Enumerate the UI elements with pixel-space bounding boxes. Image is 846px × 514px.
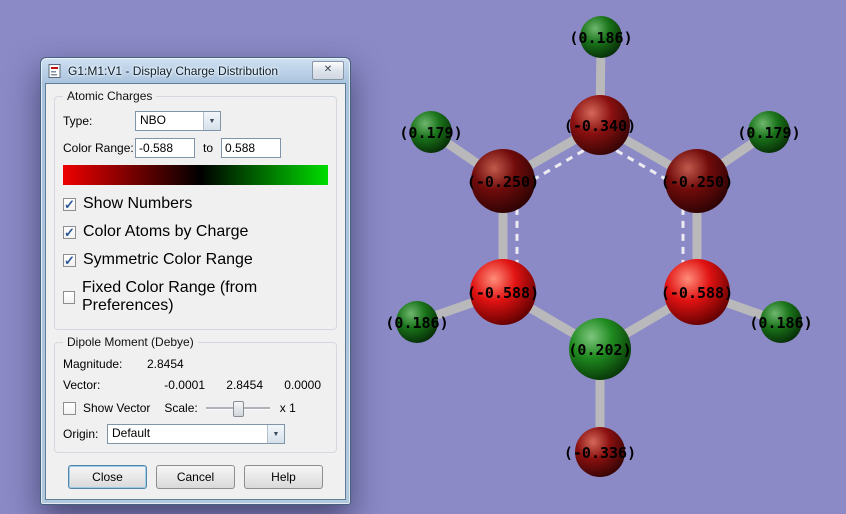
magnitude-row: Magnitude: 2.8454 xyxy=(63,357,328,371)
origin-row: Origin: Default ▼ xyxy=(63,424,328,444)
charge-distribution-dialog: G1:M1:V1 - Display Charge Distribution ✕… xyxy=(40,57,351,505)
show-vector-checkbox[interactable] xyxy=(63,401,76,415)
close-button[interactable]: Close xyxy=(68,465,147,489)
dialog-body: Atomic Charges Type: NBO ▼ Color Range: … xyxy=(45,83,346,500)
fixed-color-range-label[interactable]: Fixed Color Range (from Preferences) xyxy=(82,279,328,315)
cancel-button[interactable]: Cancel xyxy=(156,465,235,489)
type-select[interactable]: NBO ▼ xyxy=(135,111,221,131)
color-min-input[interactable]: -0.588 xyxy=(135,138,195,158)
show-vector-row: Show Vector Scale: x 1 xyxy=(63,399,328,417)
dialog-title: G1:M1:V1 - Display Charge Distribution xyxy=(68,63,279,78)
show-numbers-row: ✓ Show Numbers xyxy=(63,195,328,213)
vector-row: Vector: -0.0001 2.8454 0.0000 xyxy=(63,378,328,392)
charge-label-C6: (0.202) xyxy=(568,341,631,359)
symmetric-color-range-checkbox[interactable]: ✓ xyxy=(63,253,76,267)
symmetric-color-range-label[interactable]: Symmetric Color Range xyxy=(83,251,253,269)
chevron-down-icon[interactable]: ▼ xyxy=(203,112,220,130)
color-range-label: Color Range: xyxy=(63,141,134,155)
atomic-charges-group-label: Atomic Charges xyxy=(63,89,157,103)
slider-thumb[interactable] xyxy=(232,401,244,417)
close-icon[interactable]: ✕ xyxy=(312,61,344,80)
magnitude-label: Magnitude: xyxy=(63,357,123,371)
scale-label: Scale: xyxy=(164,401,198,415)
charge-label-H4: (0.186) xyxy=(385,314,448,332)
scale-slider[interactable] xyxy=(205,399,270,417)
color-atoms-by-charge-label[interactable]: Color Atoms by Charge xyxy=(83,223,248,241)
charge-label-C2: (-0.250) xyxy=(467,173,539,191)
color-atoms-row: ✓ Color Atoms by Charge xyxy=(63,223,328,241)
type-label: Type: xyxy=(63,114,93,128)
dipole-moment-group-label: Dipole Moment (Debye) xyxy=(63,335,198,349)
origin-select[interactable]: Default ▼ xyxy=(107,424,285,444)
app-icon xyxy=(47,63,63,79)
charge-label-X1: (-0.336) xyxy=(564,444,636,462)
color-range-row: Color Range: -0.588 to 0.588 xyxy=(63,138,328,158)
fixed-color-range-checkbox[interactable] xyxy=(63,290,75,304)
chevron-down-icon[interactable]: ▼ xyxy=(267,425,284,443)
scale-value: x 1 xyxy=(279,401,296,415)
dipole-moment-group: Dipole Moment (Debye) Magnitude: 2.8454 … xyxy=(54,335,337,453)
magnitude-value: 2.8454 xyxy=(147,357,184,371)
type-select-value: NBO xyxy=(140,113,167,127)
type-row: Type: NBO ▼ xyxy=(63,111,328,131)
origin-select-value: Default xyxy=(112,426,151,440)
charge-label-H3: (0.179) xyxy=(737,124,800,142)
dialog-buttons: Close Cancel Help xyxy=(54,465,337,489)
desktop-background: (0.186) (-0.340) (-0.250) (-0.250) (0.179) (0… xyxy=(0,0,846,514)
help-button[interactable]: Help xyxy=(244,465,323,489)
charge-label-C3: (-0.250) xyxy=(661,173,733,191)
charge-label-H2: (0.179) xyxy=(399,124,462,142)
vector-y-value: 2.8454 xyxy=(226,378,263,392)
vector-label: Vector: xyxy=(63,378,101,392)
origin-label: Origin: xyxy=(63,427,99,441)
dialog-titlebar[interactable]: G1:M1:V1 - Display Charge Distribution ✕ xyxy=(45,58,346,83)
to-label: to xyxy=(203,141,214,155)
vector-x-value: -0.0001 xyxy=(164,378,205,392)
vector-z-value: 0.0000 xyxy=(284,378,321,392)
charge-label-H1: (0.186) xyxy=(569,29,632,47)
atomic-charges-group: Atomic Charges Type: NBO ▼ Color Range: … xyxy=(54,89,337,330)
charge-label-C5: (-0.588) xyxy=(661,284,733,302)
show-numbers-label[interactable]: Show Numbers xyxy=(83,195,192,213)
color-max-input[interactable]: 0.588 xyxy=(221,138,282,158)
charge-label-H5: (0.186) xyxy=(749,314,812,332)
show-vector-label[interactable]: Show Vector xyxy=(83,401,150,415)
color-atoms-by-charge-checkbox[interactable]: ✓ xyxy=(63,225,76,239)
charge-label-C4: (-0.588) xyxy=(467,284,539,302)
symmetric-range-row: ✓ Symmetric Color Range xyxy=(63,251,328,269)
charge-label-C1: (-0.340) xyxy=(564,117,636,135)
fixed-range-row: Fixed Color Range (from Preferences) xyxy=(63,279,328,315)
charge-color-gradient xyxy=(63,165,328,185)
show-numbers-checkbox[interactable]: ✓ xyxy=(63,197,76,211)
